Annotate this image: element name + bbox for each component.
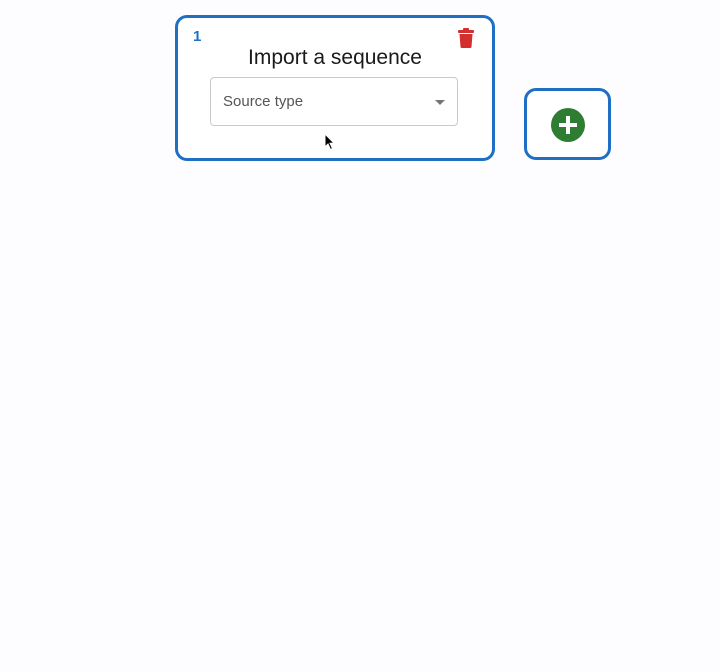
add-source-card xyxy=(524,88,611,160)
source-card: 1 Import a sequence Source type xyxy=(175,15,495,161)
source-type-placeholder: Source type xyxy=(223,93,304,110)
dropdown-caret-icon xyxy=(435,100,445,105)
plus-circle-icon xyxy=(551,108,585,142)
card-title: Import a sequence xyxy=(248,46,422,69)
step-number: 1 xyxy=(193,28,202,45)
source-type-select[interactable]: Source type xyxy=(210,77,458,126)
add-source-button[interactable] xyxy=(551,108,585,142)
